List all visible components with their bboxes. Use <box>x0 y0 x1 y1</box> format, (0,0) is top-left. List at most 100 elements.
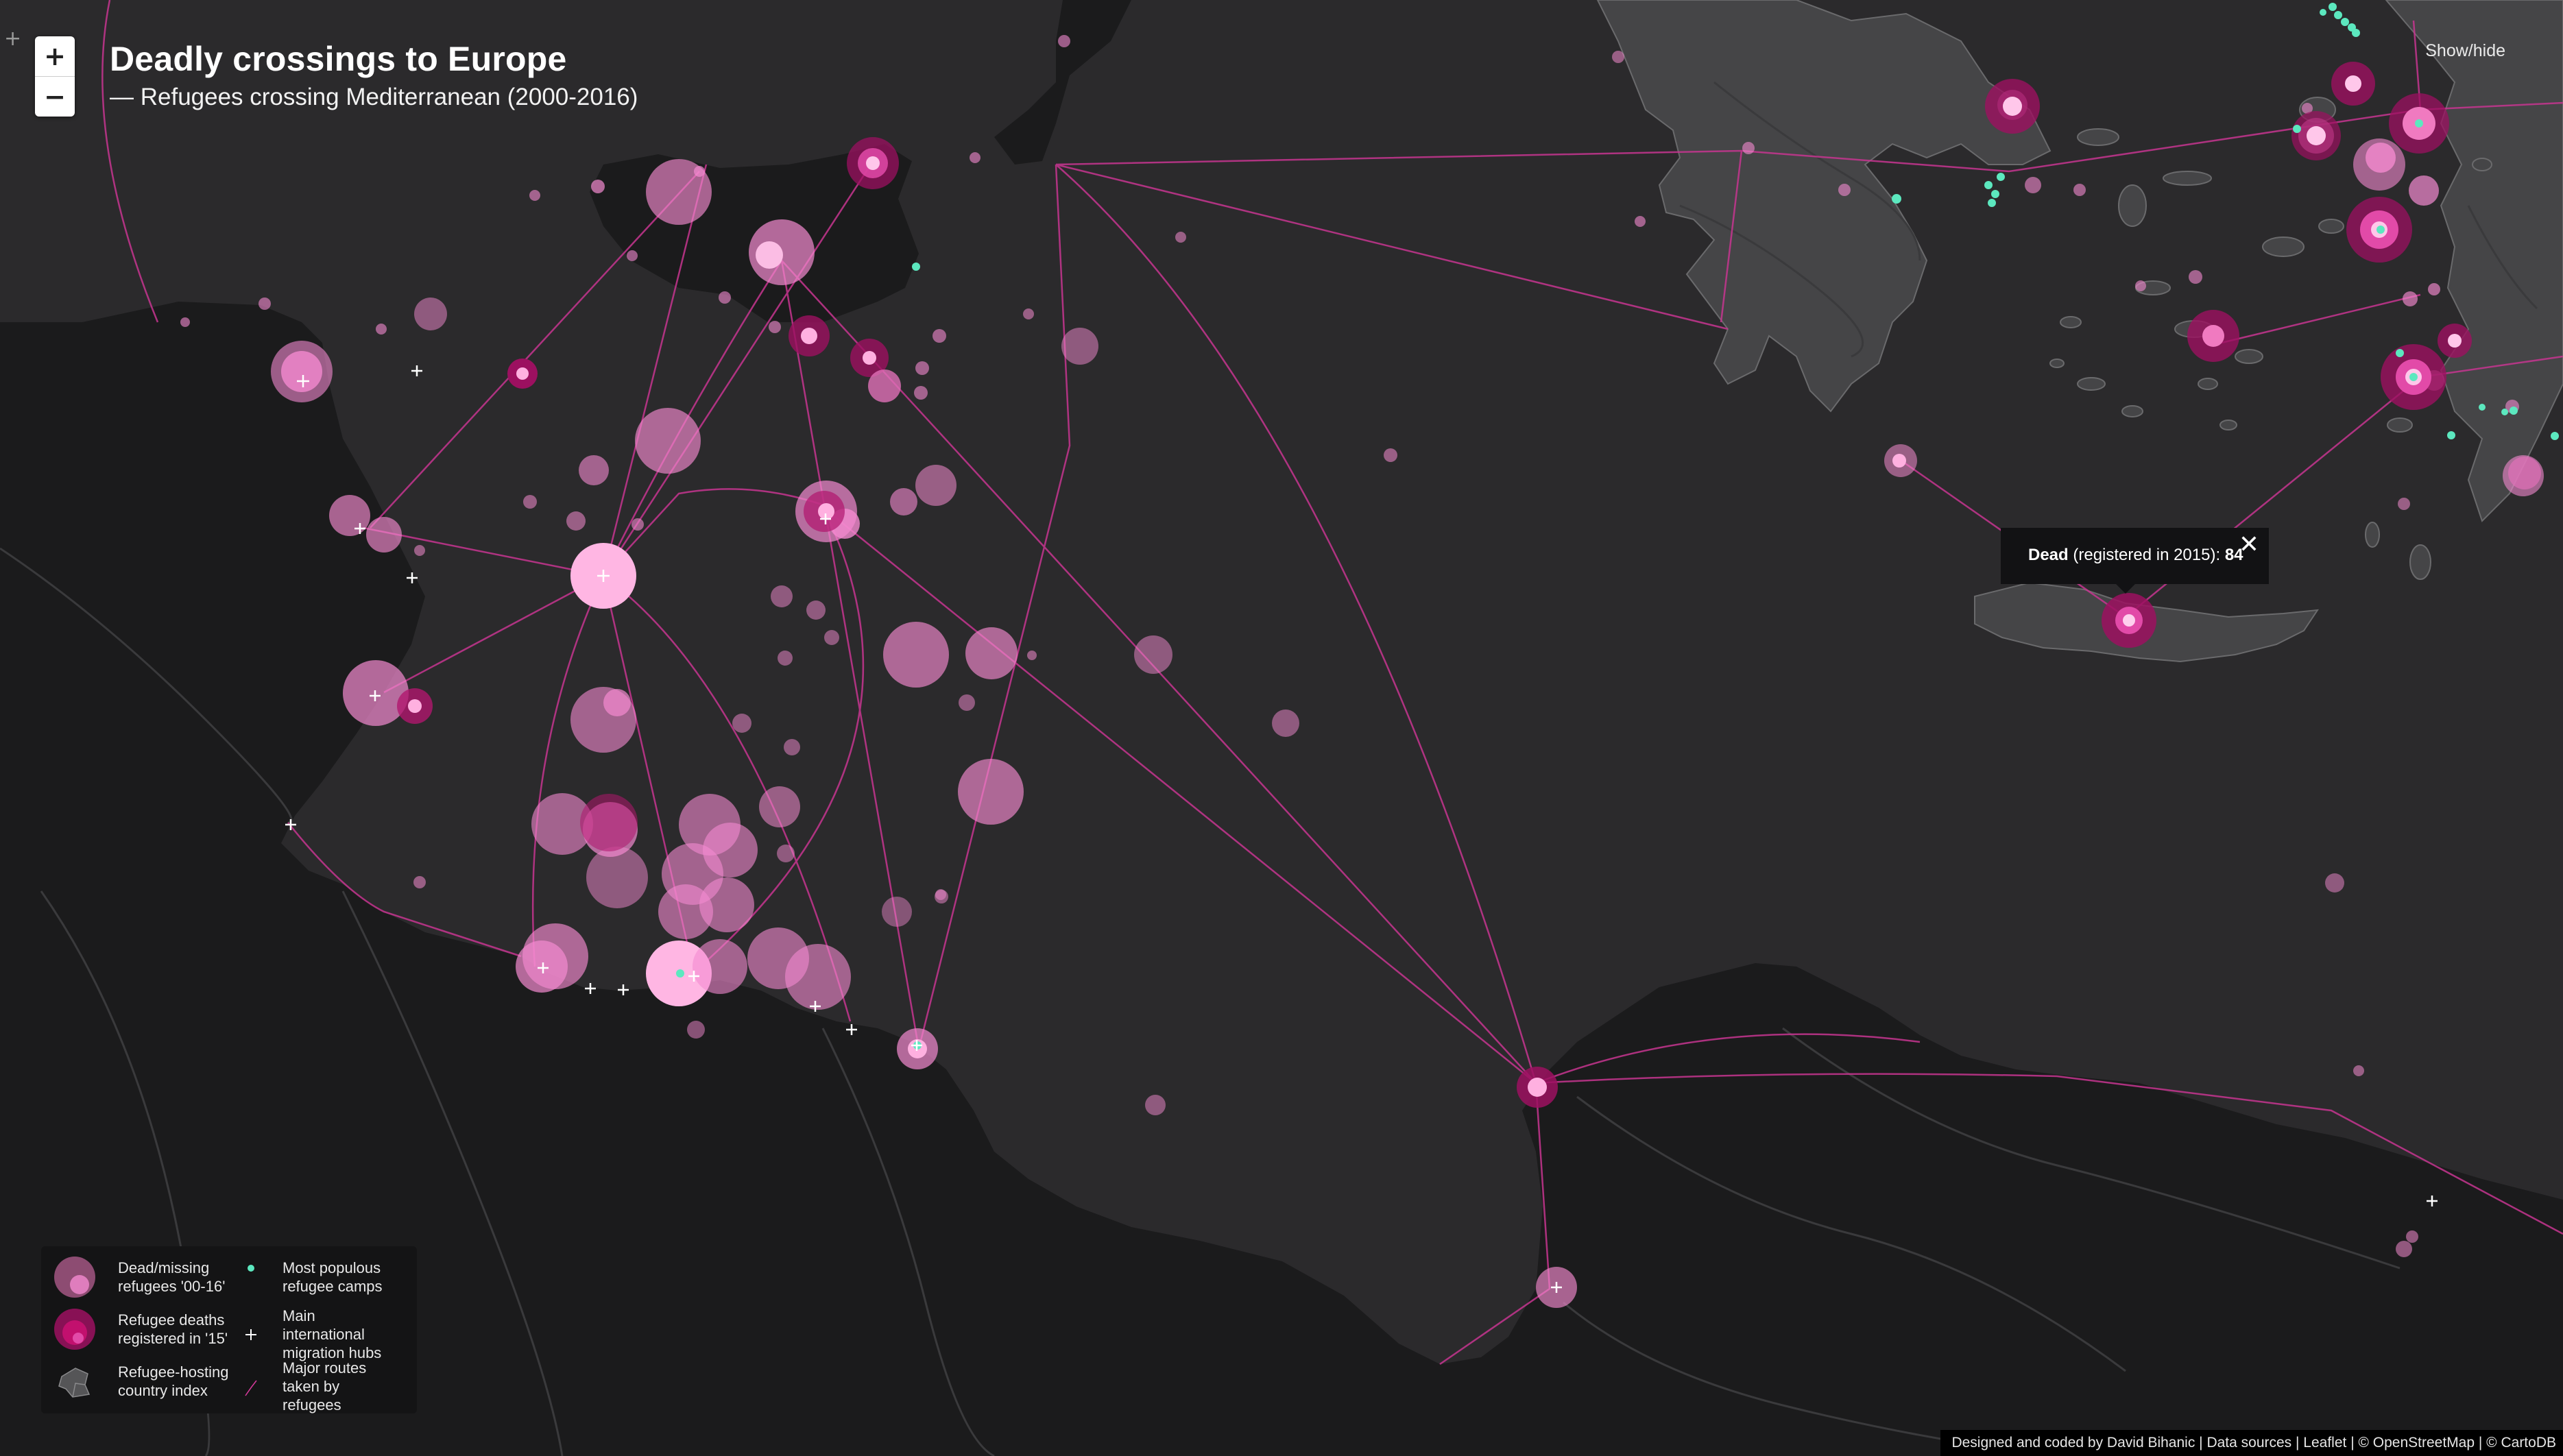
dead-missing-bubble <box>806 600 826 620</box>
camp-dot <box>2396 349 2404 357</box>
camp-dot <box>676 969 684 978</box>
dead-missing-bubble <box>516 941 568 993</box>
dead-missing-bubble <box>413 876 426 888</box>
dead-missing-bubble <box>914 386 928 400</box>
dead-missing-bubble <box>959 694 975 711</box>
dead-missing-bubble <box>784 739 800 755</box>
camp-dot <box>2479 404 2486 411</box>
dead-missing-bubble <box>329 495 370 536</box>
dead-missing-bubble <box>366 517 402 553</box>
dead-missing-bubble <box>376 324 387 335</box>
popup-label: (registered in 2015): <box>2068 546 2225 564</box>
dead-missing-bubble <box>579 455 609 485</box>
dead-missing-bubble <box>529 190 540 201</box>
italy-land <box>994 0 1131 165</box>
dead-missing-bubble <box>1134 635 1172 674</box>
camp-dot <box>2409 373 2418 381</box>
camp-dot <box>2320 9 2326 16</box>
dead-missing-bubble <box>756 241 783 269</box>
attribution-text[interactable]: Designed and coded by David Bihanic | Da… <box>1951 1435 2556 1451</box>
legend-item-deaths-2015: Refugee deaths registered in '15' <box>52 1307 234 1352</box>
route-line-icon <box>245 1380 257 1396</box>
dead-missing-bubble <box>603 689 631 716</box>
map-legend: Dead/missing refugees '00-16' Most popul… <box>41 1246 417 1413</box>
camp-dot <box>2293 125 2301 133</box>
dead-missing-bubble <box>2406 1230 2418 1243</box>
death-2015-bubble <box>580 794 638 851</box>
dead-missing-bubble <box>523 495 537 509</box>
dead-missing-bubble <box>2366 143 2396 173</box>
route-line <box>822 507 1537 1084</box>
dead-missing-bubble <box>258 298 271 310</box>
death-2015-bubble <box>2307 126 2326 145</box>
hub-cross <box>411 365 422 376</box>
legend-label: Dead/missing refugees '00-16' <box>118 1259 226 1295</box>
dead-missing-bubble <box>1061 328 1098 365</box>
route-line <box>1055 163 1729 330</box>
dead-missing-bubble <box>719 291 731 304</box>
route-line <box>917 164 1071 1049</box>
dead-missing-bubble <box>694 166 705 177</box>
map-popup: Dead (registered in 2015): 84 ✕ <box>2001 528 2269 584</box>
dead-missing-bubble <box>1635 216 1646 227</box>
death-2015-bubble <box>2508 457 2541 489</box>
death-2015-bubble <box>408 699 422 713</box>
legend-item-dead-missing: Dead/missing refugees '00-16' <box>52 1254 234 1300</box>
dead-missing-bubble <box>2403 291 2418 306</box>
dead-missing-bubble <box>1058 35 1070 47</box>
dead-missing-bubble <box>970 152 980 163</box>
legend-label: Most populous refugee camps <box>282 1259 383 1295</box>
map-canvas[interactable] <box>0 0 2563 1456</box>
dead-missing-bubble <box>1384 448 1397 462</box>
dead-missing-bubble <box>915 361 929 375</box>
death-2015-bubble <box>866 156 880 170</box>
dead-missing-bubble <box>882 897 912 927</box>
camp-dot <box>1984 181 1993 189</box>
death-2015-bubble <box>2448 334 2462 348</box>
camp-dot <box>912 263 920 271</box>
dead-missing-bubble <box>890 488 917 515</box>
dead-missing-bubble <box>732 714 751 733</box>
death-2015-bubble <box>1528 1078 1547 1097</box>
show-hide-toggle[interactable]: Show/hide <box>2425 41 2505 61</box>
zoom-in-button[interactable]: + <box>35 36 75 76</box>
map-edge-cross-icon: + <box>4 27 22 51</box>
route-line <box>2221 293 2421 344</box>
camp-dot <box>2377 226 2385 234</box>
zoom-control: + − <box>35 36 75 117</box>
death-2015-bubble <box>2202 325 2224 347</box>
dead-missing-bubble <box>687 1021 705 1039</box>
greece-land <box>1596 0 2051 413</box>
dead-missing-bubble <box>2353 1065 2364 1076</box>
dead-missing-bubble <box>915 465 956 506</box>
dead-missing-bubble <box>635 408 701 474</box>
death-2015-bubble <box>2123 614 2135 627</box>
death-2015-bubble <box>863 351 876 365</box>
camp-dot <box>1991 190 1999 198</box>
country-index-icon <box>58 1368 91 1398</box>
dead-missing-bubble <box>591 180 605 193</box>
dead-missing-bubble <box>1838 184 1851 196</box>
camp-dot <box>1892 194 1901 204</box>
legend-label: Refugee-hosting country index <box>118 1363 229 1399</box>
dead-missing-bubble <box>824 630 839 645</box>
dead-missing-bubble <box>414 545 425 556</box>
route-line <box>531 575 605 967</box>
dead-missing-bubble <box>1175 232 1186 243</box>
camp-dot-icon <box>248 1265 254 1272</box>
camp-dot <box>2415 119 2423 128</box>
camp-dot <box>2510 407 2518 415</box>
popup-label-bold: Dead <box>2028 546 2069 564</box>
aegean-islands <box>2049 97 2492 580</box>
zoom-out-button[interactable]: − <box>35 76 75 117</box>
dead-missing-bubble <box>1272 709 1299 737</box>
dead-missing-bubble <box>2325 873 2344 893</box>
popup-close-button[interactable]: ✕ <box>2239 531 2259 559</box>
dead-missing-circles-icon <box>54 1257 95 1298</box>
dead-missing-bubble <box>281 351 322 392</box>
camp-dot <box>2334 11 2342 19</box>
camp-dot <box>2341 18 2349 26</box>
death-2015-bubble <box>2345 75 2361 92</box>
dead-missing-bubble <box>627 250 638 261</box>
dead-missing-bubble <box>180 317 190 327</box>
